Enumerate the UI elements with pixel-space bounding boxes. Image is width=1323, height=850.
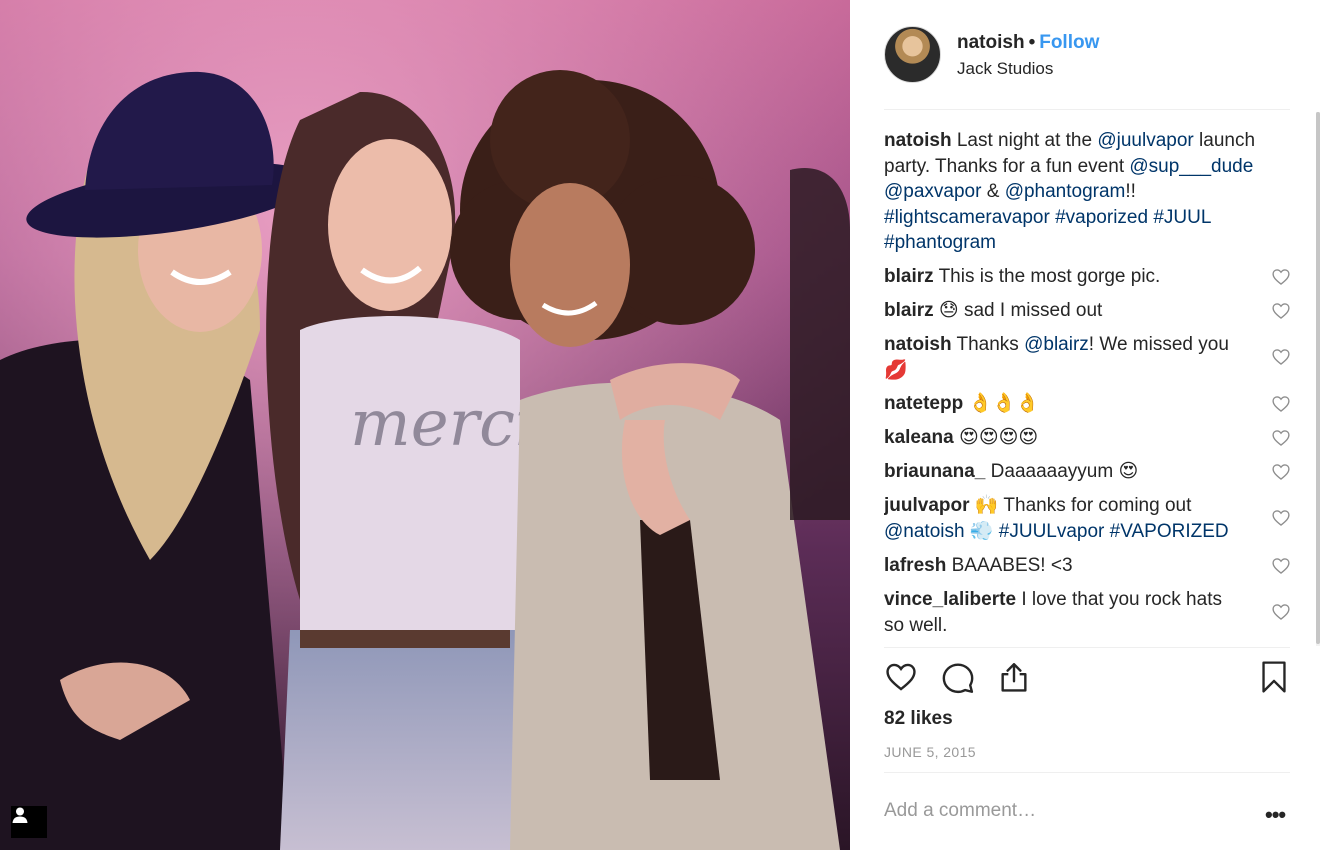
comment-username[interactable]: blairz xyxy=(884,300,934,321)
comment-text: Daaaaaayyum 😍 xyxy=(990,461,1139,482)
post-date[interactable]: JUNE 5, 2015 xyxy=(884,744,976,760)
heart-icon[interactable] xyxy=(1271,602,1290,622)
shirt-print: merci xyxy=(350,387,535,461)
comment-item: vince_laliberte I love that you rock hat… xyxy=(884,587,1290,638)
comment-username[interactable]: briaunana_ xyxy=(884,461,985,482)
comment-text: BAAABES! <3 xyxy=(951,555,1073,576)
comment-icon[interactable] xyxy=(941,660,975,694)
comment-item: natetepp 👌👌👌 xyxy=(884,391,1290,417)
caption-username[interactable]: natoish xyxy=(884,130,952,151)
caption-text: natoish Last night at the @juulvapor lau… xyxy=(884,128,1264,256)
comment-username[interactable]: blairz xyxy=(884,266,934,287)
separator-dot: • xyxy=(1028,32,1036,53)
comment-text: This is the most gorge pic. xyxy=(938,266,1161,287)
comment-item: natoish Thanks @blairz! We missed you 💋 xyxy=(884,332,1290,383)
mention-link[interactable]: @sup___dude xyxy=(1129,156,1253,177)
location-link[interactable]: Jack Studios xyxy=(957,59,1053,79)
divider xyxy=(884,772,1290,773)
comment-item: lafresh BAAABES! <3 xyxy=(884,553,1290,579)
hashtag-link[interactable]: #JUUL xyxy=(1153,207,1210,228)
tagged-people-button[interactable] xyxy=(11,806,47,838)
mention-link[interactable]: @phantogram xyxy=(1005,181,1126,202)
comment-username[interactable]: juulvapor xyxy=(884,495,970,516)
heart-icon[interactable] xyxy=(884,660,918,694)
avatar[interactable] xyxy=(884,26,941,83)
comment-username[interactable]: kaleana xyxy=(884,427,954,448)
comment-item: juulvapor 🙌 Thanks for coming out @natoi… xyxy=(884,493,1290,544)
comments-scrollbar[interactable] xyxy=(1316,112,1320,646)
heart-icon[interactable] xyxy=(1271,556,1290,576)
hashtag-link[interactable]: #VAPORIZED xyxy=(1110,521,1229,542)
post-username[interactable]: natoish xyxy=(957,32,1025,53)
heart-icon[interactable] xyxy=(1271,428,1290,448)
comments-list: natoish Last night at the @juulvapor lau… xyxy=(884,116,1290,646)
comment-item: blairz 😓 sad I missed out xyxy=(884,298,1290,324)
comment-item: blairz This is the most gorge pic. xyxy=(884,264,1290,290)
follow-button[interactable]: Follow xyxy=(1039,32,1099,53)
hashtag-link[interactable]: #JUULvapor xyxy=(999,521,1105,542)
comment-text: 😓 sad I missed out xyxy=(938,300,1103,321)
more-options-button[interactable]: ••• xyxy=(1265,802,1286,828)
post-header: natoish • Follow Jack Studios xyxy=(884,26,1290,110)
person-tag-icon xyxy=(12,807,28,823)
caption-segment: Last night at the xyxy=(956,130,1098,151)
header-line: natoish • Follow xyxy=(957,32,1099,54)
mention-link[interactable]: @paxvapor xyxy=(884,181,981,202)
comment-item: kaleana 😍😍😍😍 xyxy=(884,425,1290,451)
hashtag-link[interactable]: #vaporized xyxy=(1055,207,1148,228)
photo-illustration: merci xyxy=(0,0,850,850)
comment-username[interactable]: natoish xyxy=(884,334,952,355)
comment-text: 🙌 Thanks for coming out xyxy=(974,495,1192,516)
add-comment-input[interactable]: Add a comment… xyxy=(884,800,1036,822)
post-side-panel: natoish • Follow Jack Studios natoish Last… xyxy=(850,0,1323,850)
caption: natoish Last night at the @juulvapor lau… xyxy=(884,128,1290,256)
mention-link[interactable]: @blairz xyxy=(1024,334,1089,355)
mention-link[interactable]: @juulvapor xyxy=(1097,130,1193,151)
comment-text: Thanks xyxy=(956,334,1025,355)
hashtag-link[interactable]: #phantogram xyxy=(884,232,996,253)
comment-text: 😍😍😍😍 xyxy=(959,427,1039,448)
likes-count[interactable]: 82 likes xyxy=(884,708,953,730)
comment-username[interactable]: vince_laliberte xyxy=(884,589,1016,610)
heart-icon[interactable] xyxy=(1271,347,1290,367)
comment-username[interactable]: lafresh xyxy=(884,555,946,576)
divider xyxy=(884,647,1290,648)
bookmark-icon[interactable] xyxy=(1258,660,1290,694)
caption-segment: !! xyxy=(1125,181,1136,202)
mention-link[interactable]: @natoish xyxy=(884,521,965,542)
heart-icon[interactable] xyxy=(1271,508,1290,528)
caption-segment: & xyxy=(981,181,1005,202)
action-bar xyxy=(884,660,1290,700)
share-icon[interactable] xyxy=(997,660,1031,694)
comment-item: briaunana_ Daaaaaayyum 😍 xyxy=(884,459,1290,485)
heart-icon[interactable] xyxy=(1271,394,1290,414)
hashtag-link[interactable]: #lightscameravapor xyxy=(884,207,1050,228)
heart-icon[interactable] xyxy=(1271,267,1290,287)
comment-text: 💨 xyxy=(964,520,999,542)
heart-icon[interactable] xyxy=(1271,301,1290,321)
comment-username[interactable]: natetepp xyxy=(884,393,963,414)
post-photo[interactable]: merci xyxy=(0,0,850,850)
scrollbar-thumb[interactable] xyxy=(1316,112,1320,644)
comment-text: 👌👌👌 xyxy=(968,393,1040,414)
heart-icon[interactable] xyxy=(1271,462,1290,482)
